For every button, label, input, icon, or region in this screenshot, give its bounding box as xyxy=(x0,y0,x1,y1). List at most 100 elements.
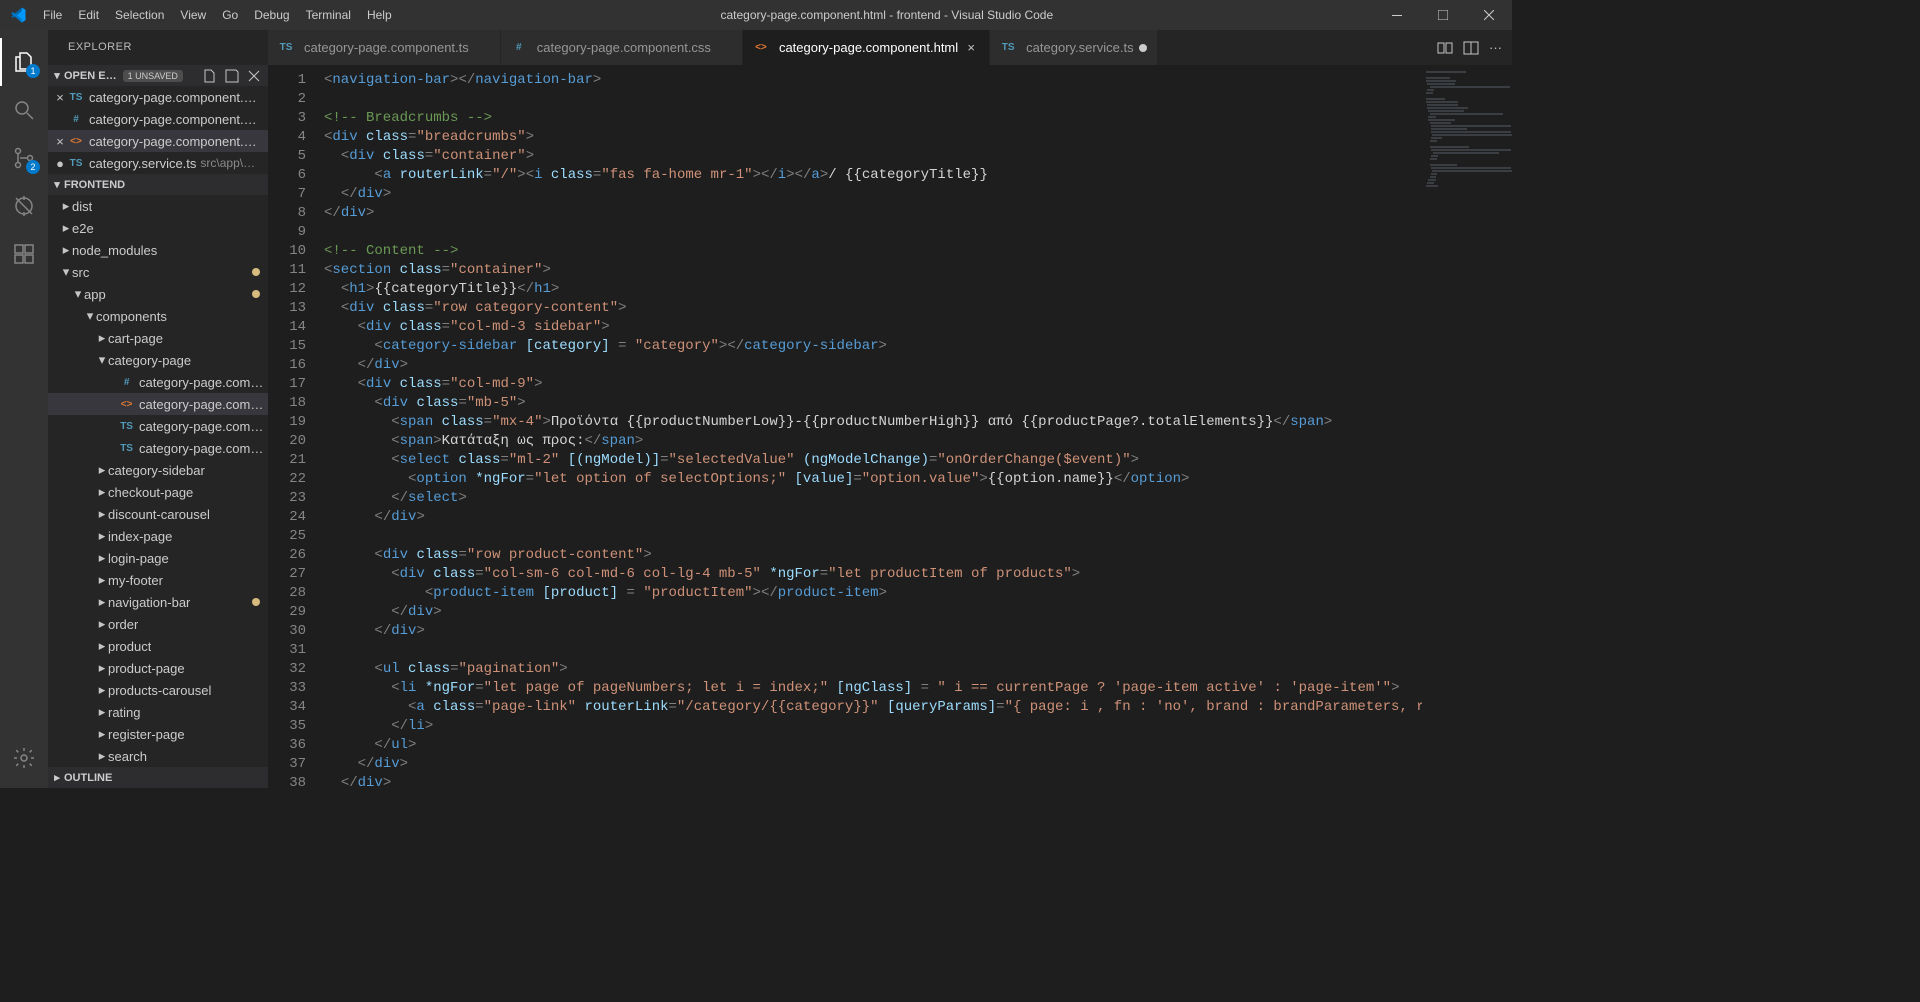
menu-selection[interactable]: Selection xyxy=(107,0,172,30)
tree-folder[interactable]: ▸index-page xyxy=(48,525,268,547)
editor-tab[interactable]: TScategory.service.ts xyxy=(990,30,1157,65)
tree-folder[interactable]: ▸product-page xyxy=(48,657,268,679)
code-line[interactable]: <select class="ml-2" [(ngModel)]="select… xyxy=(324,451,1422,470)
code-area[interactable]: <navigation-bar></navigation-bar> <!-- Br… xyxy=(324,65,1422,788)
menu-terminal[interactable]: Terminal xyxy=(298,0,359,30)
code-line[interactable]: </div> xyxy=(324,774,1422,788)
code-line[interactable]: <div class="col-md-3 sidebar"> xyxy=(324,318,1422,337)
code-line[interactable]: <product-item [product] = "productItem">… xyxy=(324,584,1422,603)
code-line[interactable]: <div class="col-sm-6 col-md-6 col-lg-4 m… xyxy=(324,565,1422,584)
code-line[interactable]: </div> xyxy=(324,622,1422,641)
editor-tab[interactable]: TScategory-page.component.ts xyxy=(268,30,501,65)
code-line[interactable]: <div class="col-md-9"> xyxy=(324,375,1422,394)
minimap[interactable] xyxy=(1422,65,1512,788)
close-button[interactable] xyxy=(1466,0,1512,30)
code-line[interactable]: </ul> xyxy=(324,736,1422,755)
split-editor-icon[interactable] xyxy=(1463,40,1479,56)
tree-folder[interactable]: ▸dist xyxy=(48,195,268,217)
tree-folder[interactable]: ▸search xyxy=(48,745,268,767)
code-line[interactable]: <category-sidebar [category] = "category… xyxy=(324,337,1422,356)
outline-header[interactable]: ▸ OUTLINE xyxy=(48,767,268,788)
editor-tab[interactable]: <>category-page.component.html× xyxy=(743,30,990,65)
workspace-header[interactable]: ▾ FRONTEND xyxy=(48,174,268,195)
tree-folder[interactable]: ▸my-footer xyxy=(48,569,268,591)
code-line[interactable]: <li *ngFor="let page of pageNumbers; let… xyxy=(324,679,1422,698)
open-editor-item[interactable]: ●TScategory.service.tssrc\app\… xyxy=(48,152,268,174)
code-line[interactable]: <div class="row category-content"> xyxy=(324,299,1422,318)
tree-folder[interactable]: ▸discount-carousel xyxy=(48,503,268,525)
activity-debug[interactable] xyxy=(0,182,48,230)
code-line[interactable] xyxy=(324,223,1422,242)
code-line[interactable]: <div class="mb-5"> xyxy=(324,394,1422,413)
tree-file[interactable]: <>category-page.compo… xyxy=(48,393,268,415)
code-line[interactable]: </li> xyxy=(324,717,1422,736)
code-line[interactable]: </div> xyxy=(324,356,1422,375)
menu-help[interactable]: Help xyxy=(359,0,400,30)
compare-icon[interactable] xyxy=(1437,40,1453,56)
tree-file[interactable]: #category-page.compo… xyxy=(48,371,268,393)
tree-file[interactable]: TScategory-page.compo… xyxy=(48,415,268,437)
editor-tab[interactable]: #category-page.component.css xyxy=(501,30,743,65)
code-line[interactable]: </div> xyxy=(324,755,1422,774)
code-line[interactable] xyxy=(324,527,1422,546)
code-line[interactable]: <span class="mx-4">Προϊόντα {{productNum… xyxy=(324,413,1422,432)
code-line[interactable]: <h1>{{categoryTitle}}</h1> xyxy=(324,280,1422,299)
tree-folder[interactable]: ▾app xyxy=(48,283,268,305)
tree-folder[interactable]: ▾category-page xyxy=(48,349,268,371)
code-line[interactable]: </div> xyxy=(324,185,1422,204)
menu-edit[interactable]: Edit xyxy=(70,0,107,30)
tree-folder[interactable]: ▸product xyxy=(48,635,268,657)
code-line[interactable]: </div> xyxy=(324,603,1422,622)
tree-folder[interactable]: ▸category-sidebar xyxy=(48,459,268,481)
code-line[interactable]: <div class="row product-content"> xyxy=(324,546,1422,565)
tree-folder[interactable]: ▸checkout-page xyxy=(48,481,268,503)
open-editor-item[interactable]: ×<>category-page.component.… xyxy=(48,130,268,152)
activity-scm[interactable]: 2 xyxy=(0,134,48,182)
code-line[interactable]: </div> xyxy=(324,204,1422,223)
activity-search[interactable] xyxy=(0,86,48,134)
code-line[interactable]: <option *ngFor="let option of selectOpti… xyxy=(324,470,1422,489)
code-line[interactable]: <a routerLink="/"><i class="fas fa-home … xyxy=(324,166,1422,185)
open-editor-item[interactable]: ×TScategory-page.component.… xyxy=(48,86,268,108)
tree-folder[interactable]: ▸cart-page xyxy=(48,327,268,349)
new-file-icon[interactable] xyxy=(202,68,218,84)
code-line[interactable]: <ul class="pagination"> xyxy=(324,660,1422,679)
activity-explorer[interactable]: 1 xyxy=(0,38,48,86)
code-line[interactable]: <a class="page-link" routerLink="/catego… xyxy=(324,698,1422,717)
tree-folder[interactable]: ▸products-carousel xyxy=(48,679,268,701)
code-line[interactable]: <!-- Breadcrumbs --> xyxy=(324,109,1422,128)
code-line[interactable]: </div> xyxy=(324,508,1422,527)
tree-folder[interactable]: ▸register-page xyxy=(48,723,268,745)
tree-folder[interactable]: ▸order xyxy=(48,613,268,635)
minimize-button[interactable] xyxy=(1374,0,1420,30)
tree-file[interactable]: TScategory-page.compo… xyxy=(48,437,268,459)
close-indicator[interactable]: × xyxy=(52,90,68,105)
tree-folder[interactable]: ▾src xyxy=(48,261,268,283)
open-editors-header[interactable]: ▾ OPEN E… 1 UNSAVED xyxy=(48,65,268,86)
tree-folder[interactable]: ▸rating xyxy=(48,701,268,723)
close-all-icon[interactable] xyxy=(246,68,262,84)
menu-view[interactable]: View xyxy=(172,0,214,30)
code-line[interactable]: <div class="container"> xyxy=(324,147,1422,166)
code-line[interactable]: </select> xyxy=(324,489,1422,508)
tree-folder[interactable]: ▸navigation-bar xyxy=(48,591,268,613)
close-tab-icon[interactable]: × xyxy=(963,40,979,55)
tree-folder[interactable]: ▾components xyxy=(48,305,268,327)
close-indicator[interactable]: ● xyxy=(52,156,68,171)
editor-body[interactable]: 1234567891011121314151617181920212223242… xyxy=(268,65,1512,788)
code-line[interactable]: <navigation-bar></navigation-bar> xyxy=(324,71,1422,90)
code-line[interactable]: <div class="breadcrumbs"> xyxy=(324,128,1422,147)
code-line[interactable] xyxy=(324,641,1422,660)
more-actions-icon[interactable]: ··· xyxy=(1489,40,1502,56)
code-line[interactable] xyxy=(324,90,1422,109)
tree-folder[interactable]: ▸node_modules xyxy=(48,239,268,261)
menu-go[interactable]: Go xyxy=(214,0,246,30)
code-line[interactable]: <span>Κατάταξη ως προς:</span> xyxy=(324,432,1422,451)
menu-file[interactable]: File xyxy=(35,0,70,30)
open-editor-item[interactable]: #category-page.component.… xyxy=(48,108,268,130)
tree-folder[interactable]: ▸e2e xyxy=(48,217,268,239)
tree-folder[interactable]: ▸login-page xyxy=(48,547,268,569)
activity-settings[interactable] xyxy=(0,734,48,782)
code-line[interactable]: <section class="container"> xyxy=(324,261,1422,280)
menu-debug[interactable]: Debug xyxy=(246,0,297,30)
